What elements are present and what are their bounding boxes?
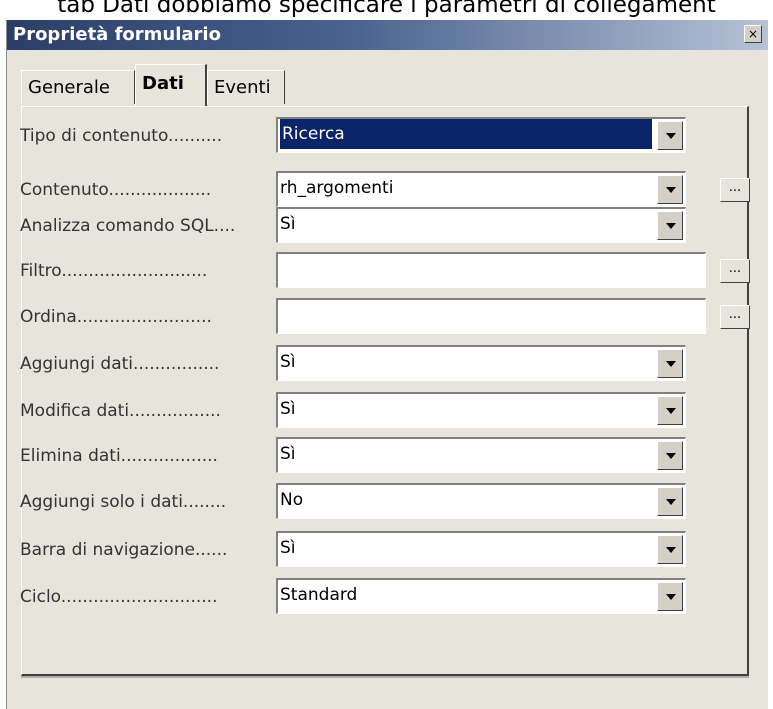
property-value: Ricerca [280, 119, 652, 149]
close-icon: × [747, 27, 759, 41]
property-select[interactable]: No [276, 483, 686, 519]
property-row: Ciclo............................. Standa… [7, 578, 767, 614]
property-text-field[interactable] [276, 252, 706, 288]
property-select[interactable]: rh_argomenti [276, 171, 686, 207]
dropdown-arrow-icon[interactable] [657, 121, 683, 150]
panel-divider [21, 676, 749, 678]
property-select[interactable]: Sì [276, 392, 686, 428]
dropdown-arrow-icon[interactable] [657, 349, 683, 378]
property-row: Analizza comando SQL.... Sì [7, 207, 767, 243]
dropdown-arrow-icon[interactable] [657, 487, 683, 516]
property-row: Aggiungi solo i dati........ No [7, 483, 767, 519]
property-value: Standard [280, 585, 358, 605]
property-value: Sì [280, 399, 296, 419]
property-select[interactable]: Ricerca [276, 117, 686, 153]
property-row: Tipo di contenuto.......... Ricerca [7, 117, 767, 153]
browse-button[interactable]: ... [720, 305, 750, 329]
close-button[interactable]: × [744, 25, 762, 43]
property-label: Ciclo............................. [20, 587, 218, 607]
browse-button[interactable]: ... [720, 178, 750, 202]
title-bar: Proprietà formulario × [7, 20, 768, 50]
property-select[interactable]: Sì [276, 345, 686, 381]
property-value: Sì [280, 444, 296, 464]
property-value: Sì [280, 214, 296, 234]
form-properties-dialog: Proprietà formulario × Generale Dati Eve… [6, 20, 768, 709]
property-row: Aggiungi dati................ Sì [7, 345, 767, 381]
property-select[interactable]: Standard [276, 578, 686, 614]
property-label: Tipo di contenuto.......... [20, 126, 223, 146]
document-caption: tab Dati dobbiamo specificare i parametr… [57, 0, 716, 18]
property-value: Sì [280, 538, 296, 558]
dropdown-arrow-icon[interactable] [657, 211, 683, 240]
dialog-title: Proprietà formulario [13, 24, 221, 45]
property-value: No [280, 490, 304, 510]
property-value: Sì [280, 352, 296, 372]
property-label: Aggiungi dati................ [20, 354, 220, 374]
property-select[interactable]: Sì [276, 207, 686, 243]
property-row: Ordina............................ [7, 298, 767, 334]
property-value: rh_argomenti [280, 178, 394, 198]
browse-button[interactable]: ... [720, 259, 750, 283]
property-row: Barra di navigazione...... Sì [7, 531, 767, 567]
property-row: Elimina dati.................. Sì [7, 437, 767, 473]
tab-dati[interactable]: Dati [135, 64, 207, 106]
tab-generale[interactable]: Generale [21, 70, 135, 104]
property-text-field[interactable] [276, 298, 706, 334]
dropdown-arrow-icon[interactable] [657, 175, 683, 204]
property-select[interactable]: Sì [276, 531, 686, 567]
property-label: Contenuto................... [20, 180, 212, 200]
property-label: Analizza comando SQL.... [20, 216, 236, 236]
property-label: Elimina dati.................. [20, 446, 218, 466]
property-label: Barra di navigazione...... [20, 540, 228, 560]
dropdown-arrow-icon[interactable] [657, 535, 683, 564]
property-row: Contenuto................... rh_argomenti… [7, 171, 767, 207]
property-row: Filtro.............................. [7, 252, 767, 288]
dropdown-arrow-icon[interactable] [657, 441, 683, 470]
property-label: Ordina......................... [20, 307, 212, 327]
property-label: Filtro........................... [20, 261, 208, 281]
property-label: Aggiungi solo i dati........ [20, 492, 227, 512]
property-row: Modifica dati................. Sì [7, 392, 767, 428]
dropdown-arrow-icon[interactable] [657, 582, 683, 611]
dropdown-arrow-icon[interactable] [657, 396, 683, 425]
tab-eventi[interactable]: Eventi [207, 70, 285, 104]
property-label: Modifica dati................. [20, 401, 221, 421]
property-select[interactable]: Sì [276, 437, 686, 473]
